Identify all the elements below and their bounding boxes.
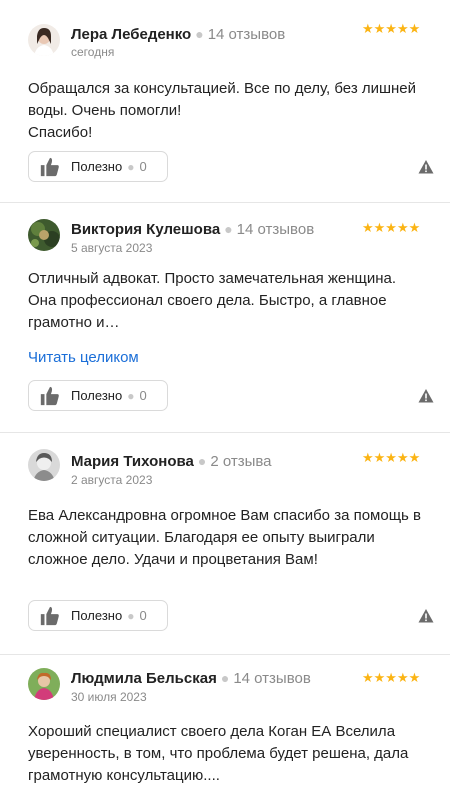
thumbs-up-icon [40, 157, 59, 176]
separator-dot: ● [224, 221, 233, 237]
review-text-content: Хороший специалист своего дела Коган ЕА … [28, 723, 409, 784]
review-date: 5 августа 2023 [71, 241, 153, 255]
thumbs-up-icon [40, 606, 59, 625]
review-text-content: Обращался за консультацией. Все по делу,… [28, 80, 417, 141]
divider [0, 654, 450, 655]
useful-label: Полезно [71, 388, 123, 403]
useful-label: Полезно [71, 159, 123, 174]
useful-button[interactable]: Полезно ● 0 [28, 151, 168, 182]
reviewer-name-line: Лера Лебеденко ● 14 отзывов [71, 24, 285, 45]
reviewer-reviews-count: 14 отзывов [233, 670, 311, 687]
useful-label: Полезно [71, 608, 123, 623]
warning-triangle-icon[interactable] [418, 159, 434, 175]
useful-count: 0 [139, 159, 147, 174]
reviewer-reviews-count: 14 отзывов [207, 26, 286, 43]
avatar[interactable] [28, 668, 60, 700]
useful-count: 0 [139, 608, 147, 623]
avatar[interactable] [28, 449, 60, 481]
separator-dot: ● [127, 388, 135, 403]
reviewer-name[interactable]: Лера Лебеденко [71, 26, 191, 43]
divider [0, 432, 450, 433]
review-date: 2 августа 2023 [71, 473, 153, 487]
useful-button[interactable]: Полезно ● 0 [28, 600, 168, 631]
reviewer-reviews-count: 2 отзыва [210, 453, 272, 470]
review-date: сегодня [71, 45, 115, 59]
avatar[interactable] [28, 24, 60, 56]
review-text-content: Ева Александровна огромное Вам спасибо з… [28, 507, 421, 568]
separator-dot: ● [220, 670, 230, 686]
read-more-link[interactable]: Читать целиком [28, 348, 139, 368]
review-text: Отличный адвокат. Просто замечательная ж… [28, 268, 428, 334]
reviewer-name-line: Людмила Бельская ● 14 отзывов [71, 668, 311, 689]
rating-stars: ★★★★★ [362, 220, 421, 235]
separator-dot: ● [197, 453, 207, 469]
reviewer-name[interactable]: Мария Тихонова [71, 453, 194, 470]
review-text: Хороший специалист своего дела Коган ЕА … [28, 721, 428, 787]
warning-triangle-icon[interactable] [418, 388, 434, 404]
rating-stars: ★★★★★ [362, 450, 421, 465]
separator-dot: ● [127, 159, 135, 174]
reviewer-name[interactable]: Людмила Бельская [71, 670, 217, 687]
divider [0, 202, 450, 203]
warning-triangle-icon[interactable] [418, 608, 434, 624]
review-date: 30 июля 2023 [71, 690, 147, 704]
review-text: Обращался за консультацией. Все по делу,… [28, 78, 428, 144]
rating-stars: ★★★★★ [362, 21, 421, 36]
useful-button[interactable]: Полезно ● 0 [28, 380, 168, 411]
avatar[interactable] [28, 219, 60, 251]
review-text-content: Отличный адвокат. Просто замечательная ж… [28, 270, 397, 331]
separator-dot: ● [195, 26, 204, 42]
reviewer-name-line: Виктория Кулешова ● 14 отзывов [71, 219, 314, 240]
rating-stars: ★★★★★ [362, 670, 421, 685]
useful-count: 0 [139, 388, 147, 403]
thumbs-up-icon [40, 386, 59, 405]
review-text: Ева Александровна огромное Вам спасибо з… [28, 505, 428, 571]
reviewer-name-line: Мария Тихонова ● 2 отзыва [71, 451, 272, 472]
separator-dot: ● [127, 608, 135, 623]
reviewer-reviews-count: 14 отзывов [236, 221, 315, 238]
reviewer-name[interactable]: Виктория Кулешова [71, 221, 220, 238]
